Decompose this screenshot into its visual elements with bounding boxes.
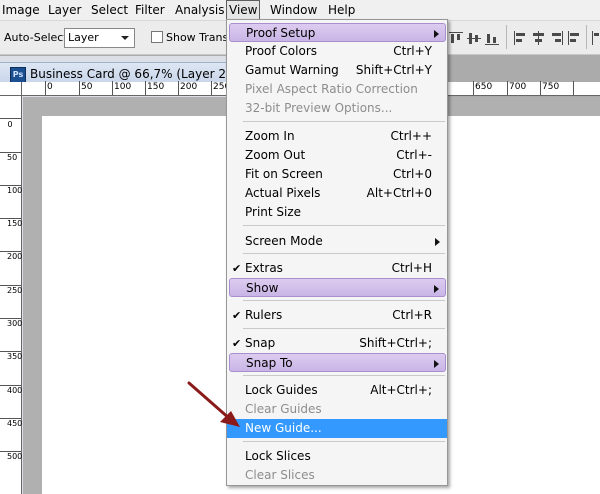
- ruler-label: 350: [7, 352, 23, 361]
- photoshop-icon: Ps: [10, 67, 26, 83]
- menu-item-proof-setup[interactable]: Proof Setup: [229, 23, 446, 42]
- menu-item-screen-mode[interactable]: Screen Mode: [229, 232, 446, 251]
- menu-item-32bit-preview: 32-bit Preview Options...: [245, 101, 393, 115]
- checkmark-icon: ✔: [232, 309, 242, 322]
- ruler-label: 200: [180, 82, 198, 92]
- ruler-label: 650: [475, 82, 493, 92]
- menu-item-snap[interactable]: ✔ Snap Shift+Ctrl+;: [229, 334, 446, 353]
- submenu-arrow-icon: [434, 285, 439, 293]
- auto-select-value: Layer: [68, 31, 99, 44]
- ruler-label: 50: [7, 153, 18, 162]
- ruler-label: 100: [7, 186, 23, 195]
- ruler-label: 400: [7, 386, 23, 395]
- ruler-label: 500: [7, 452, 23, 461]
- ruler-label: 200: [7, 252, 23, 261]
- ruler-label: 750: [542, 82, 560, 92]
- auto-select-dropdown[interactable]: Layer: [64, 28, 135, 48]
- menu-separator: [243, 328, 445, 329]
- menu-separator: [243, 253, 445, 254]
- menu-item-new-guide[interactable]: New Guide...: [227, 419, 447, 438]
- menu-separator: [243, 300, 445, 301]
- submenu-arrow-icon: [435, 238, 440, 246]
- align-left-icon[interactable]: [512, 30, 528, 46]
- menu-item-lock-guides[interactable]: Lock Guides Alt+Ctrl+;: [229, 381, 446, 400]
- submenu-arrow-icon: [434, 30, 439, 38]
- checkmark-icon: ✔: [232, 262, 242, 275]
- align-bottom-icon[interactable]: [484, 30, 500, 46]
- align-icons-group: [448, 25, 600, 49]
- menu-layer[interactable]: Layer: [46, 0, 83, 21]
- menu-separator: [243, 121, 445, 122]
- distribute-left-icon[interactable]: [590, 30, 600, 46]
- menu-item-fit-on-screen[interactable]: Fit on Screen Ctrl+0: [229, 165, 446, 184]
- menu-item-gamut-warning[interactable]: Gamut Warning Shift+Ctrl+Y: [229, 61, 446, 80]
- show-transform-checkbox[interactable]: [151, 31, 163, 43]
- menu-select[interactable]: Select: [89, 0, 130, 21]
- menu-separator: [243, 441, 445, 442]
- menu-item-actual-pixels[interactable]: Actual Pixels Alt+Ctrl+0: [229, 184, 446, 203]
- menu-bar: Image Layer Select Filter Analysis View …: [0, 0, 600, 21]
- menu-item-proof-colors[interactable]: Proof Colors Ctrl+Y: [229, 42, 446, 61]
- vertical-ruler[interactable]: 0 50 100 150 200 250 300 350 400 450 500: [0, 96, 22, 494]
- ruler-label: 300: [7, 319, 23, 328]
- chevron-down-icon: [121, 36, 129, 40]
- ruler-label: 700: [509, 82, 527, 92]
- ruler-corner: [0, 82, 22, 96]
- align-vcenter-icon[interactable]: [466, 30, 482, 46]
- menu-item-snap-to[interactable]: Snap To: [229, 353, 446, 372]
- menu-item-clear-guides: Clear Guides: [245, 402, 322, 416]
- menu-item-clear-slices: Clear Slices: [245, 468, 315, 482]
- menu-help[interactable]: Help: [326, 0, 357, 21]
- ruler-label: 100: [114, 82, 132, 92]
- menu-item-rulers[interactable]: ✔ Rulers Ctrl+R: [229, 306, 446, 325]
- menu-item-zoom-in[interactable]: Zoom In Ctrl++: [229, 127, 446, 146]
- view-menu-dropdown: Proof Setup Proof Colors Ctrl+Y Gamut Wa…: [226, 19, 448, 486]
- toolbar-separator: [506, 25, 507, 49]
- submenu-arrow-icon: [434, 360, 439, 368]
- ruler-label: 150: [7, 219, 23, 228]
- toolbar-separator: [586, 25, 587, 49]
- ruler-label: 0: [47, 82, 53, 92]
- ruler-label: 0: [7, 120, 13, 129]
- menu-item-extras[interactable]: ✔ Extras Ctrl+H: [229, 259, 446, 278]
- ruler-label: 150: [147, 82, 165, 92]
- menu-item-zoom-out[interactable]: Zoom Out Ctrl+-: [229, 146, 446, 165]
- menu-image[interactable]: Image: [0, 0, 42, 21]
- menu-view[interactable]: View: [226, 0, 261, 21]
- align-top-icon[interactable]: [448, 30, 464, 46]
- ruler-label: 50: [81, 82, 93, 92]
- align-right-icon[interactable]: [548, 30, 564, 46]
- distribute-icon[interactable]: [566, 30, 582, 46]
- menu-separator: [243, 375, 445, 376]
- ruler-label: 450: [7, 419, 23, 428]
- menu-filter[interactable]: Filter: [133, 0, 167, 21]
- menu-item-pixel-aspect-ratio: Pixel Aspect Ratio Correction: [245, 82, 418, 96]
- align-hcenter-icon[interactable]: [530, 30, 546, 46]
- auto-select-label: Auto-Select:: [4, 31, 72, 44]
- menu-window[interactable]: Window: [268, 0, 319, 21]
- menu-item-show[interactable]: Show: [229, 278, 446, 297]
- checkmark-icon: ✔: [232, 337, 242, 350]
- menu-separator: [243, 225, 445, 226]
- ruler-label: 250: [7, 286, 23, 295]
- menu-analysis[interactable]: Analysis: [173, 0, 226, 21]
- menu-item-print-size[interactable]: Print Size: [229, 203, 446, 222]
- menu-item-lock-slices[interactable]: Lock Slices: [229, 447, 446, 466]
